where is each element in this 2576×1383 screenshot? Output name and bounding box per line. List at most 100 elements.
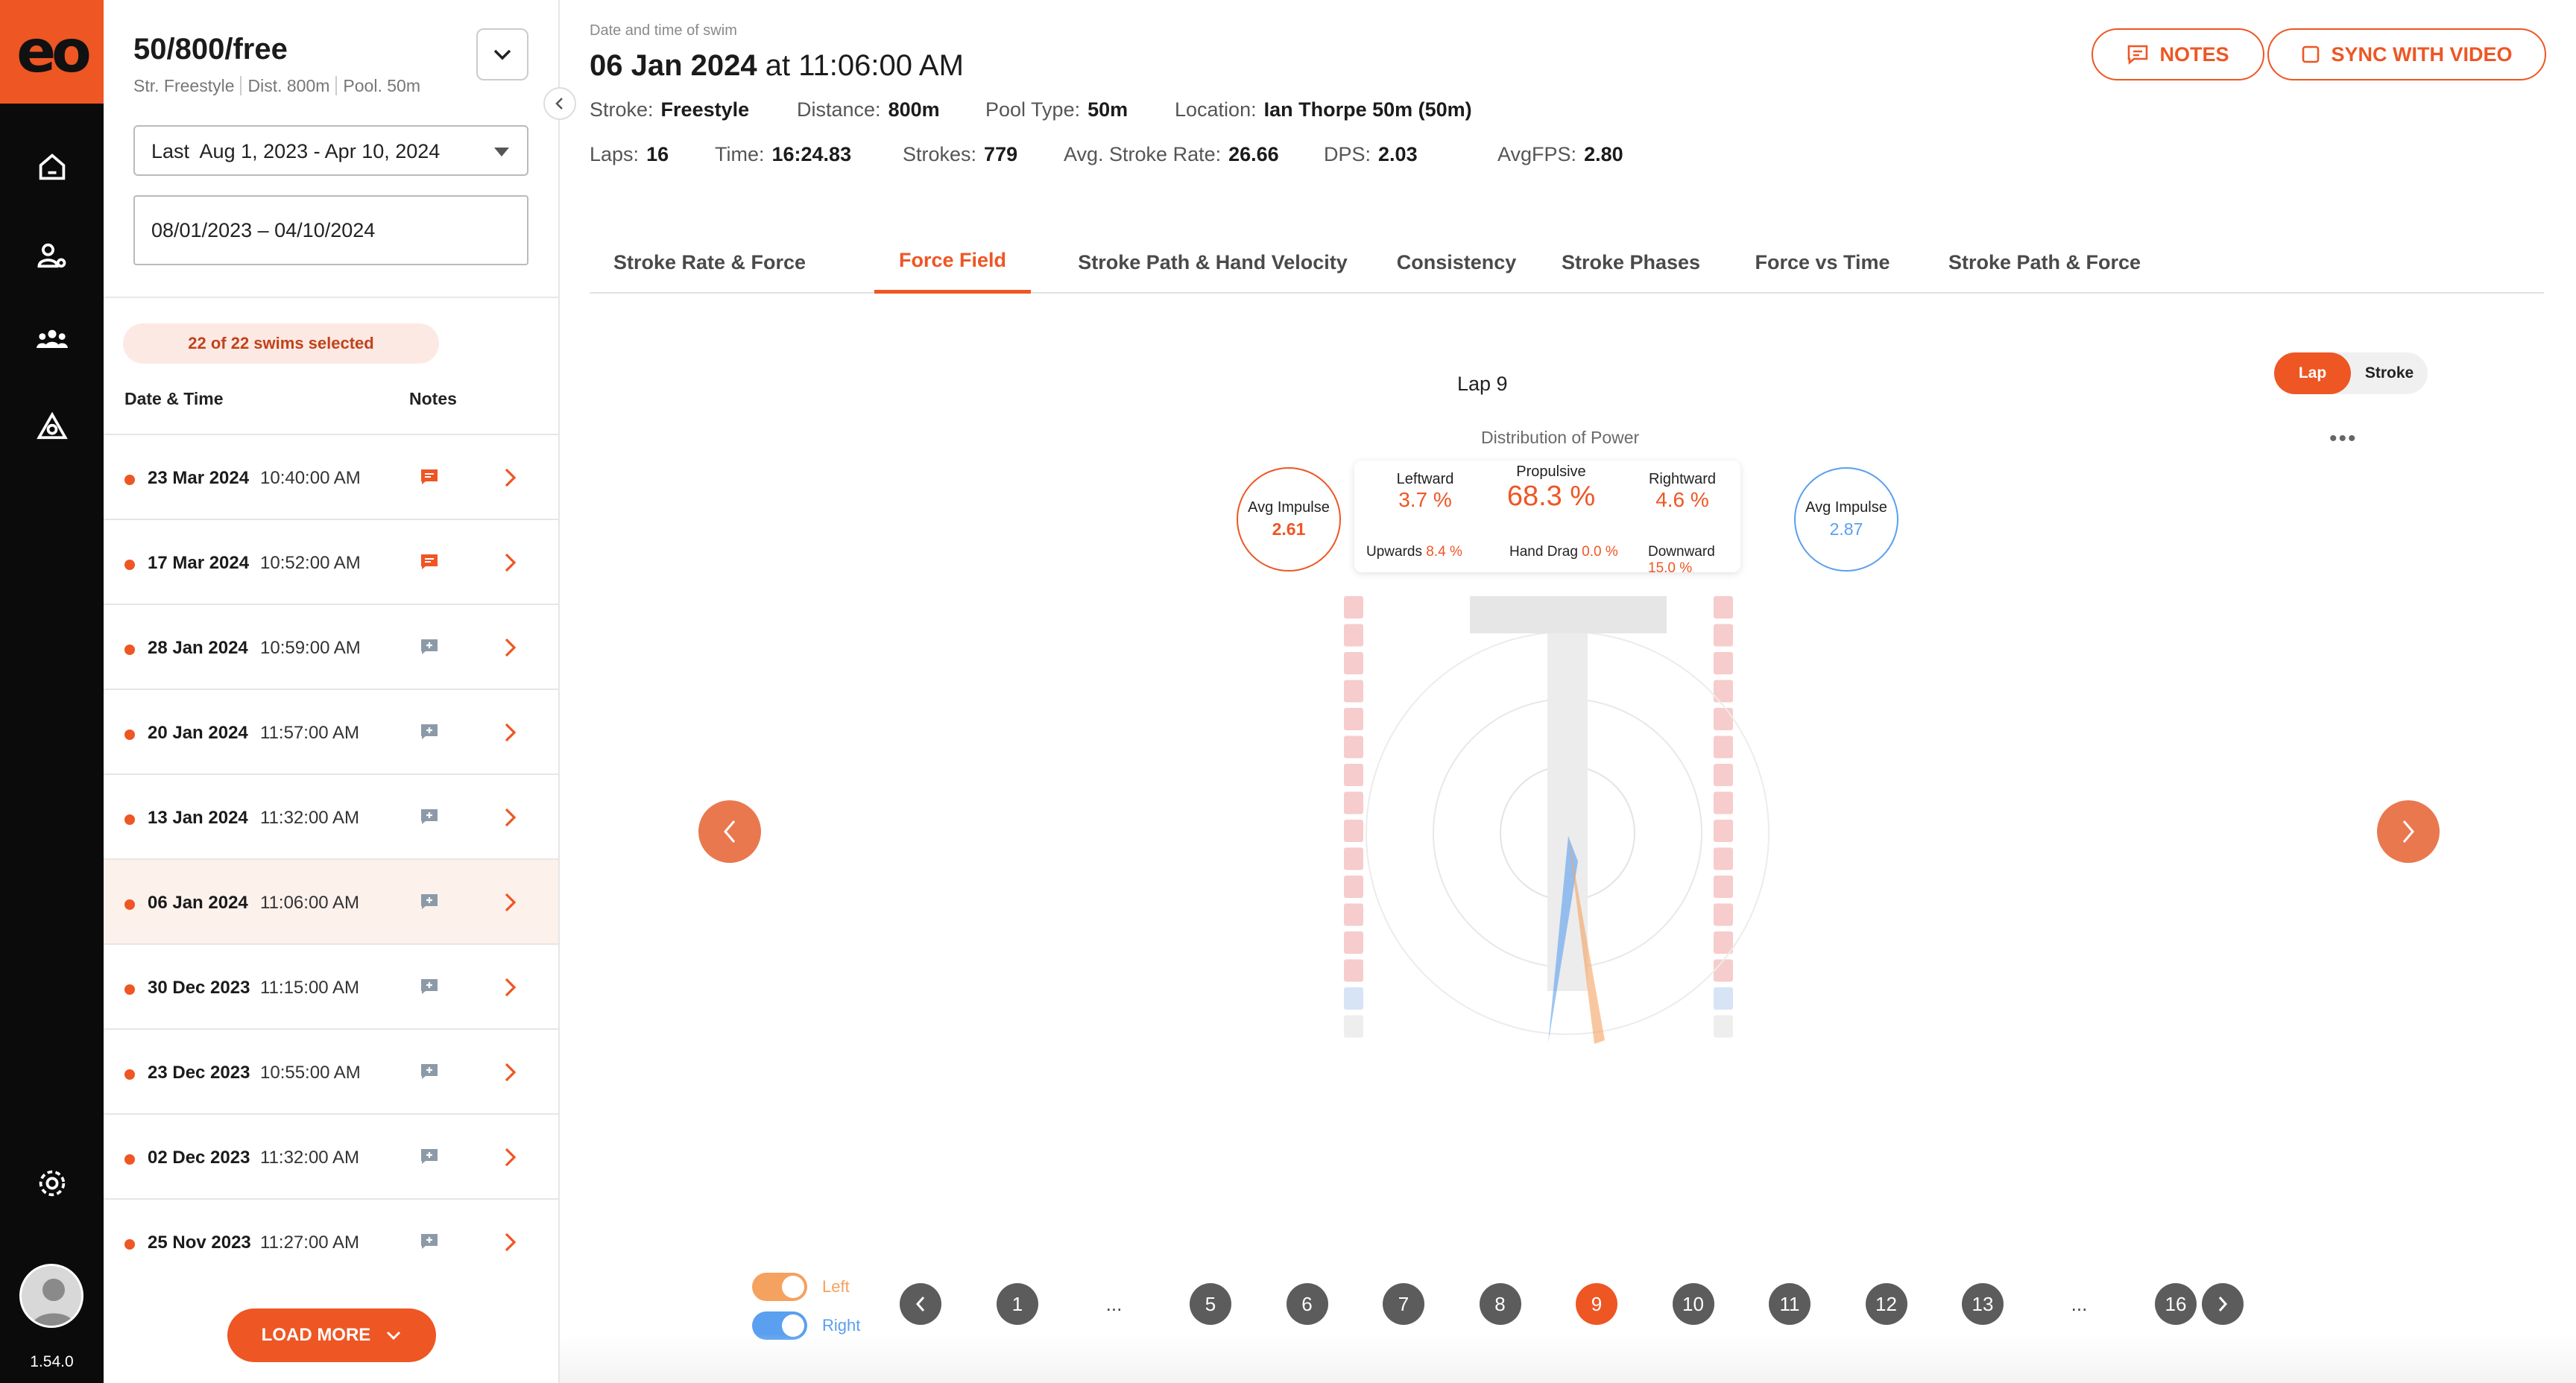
- segment-lap[interactable]: Lap: [2274, 352, 2351, 394]
- tab-stroke-rate-force[interactable]: Stroke Rate & Force: [590, 231, 830, 294]
- meta-item: Location: Ian Thorpe 50m (50m): [1175, 98, 1472, 121]
- meta-value: 16:24.83: [771, 143, 852, 165]
- row-time: 10:59:00 AM: [260, 638, 361, 658]
- upwards-stat: Upwards 8.4 %: [1366, 544, 1462, 560]
- lap-bar: [1714, 847, 1733, 870]
- team-icon[interactable]: [33, 320, 72, 359]
- swim-dropdown-button[interactable]: [476, 28, 528, 80]
- page-button[interactable]: 6: [1286, 1283, 1328, 1325]
- tab-consistency[interactable]: Consistency: [1384, 231, 1529, 294]
- column-notes: Notes: [409, 389, 457, 408]
- page-button[interactable]: 7: [1383, 1283, 1424, 1325]
- swim-list-row[interactable]: 13 Jan 2024 11:32:00 AM: [104, 773, 558, 858]
- sync-video-button[interactable]: SYNC WITH VIDEO: [2267, 28, 2546, 80]
- right-toggle-label: Right: [822, 1316, 861, 1335]
- next-lap-button[interactable]: [2377, 800, 2440, 863]
- segment-stroke[interactable]: Stroke: [2351, 352, 2428, 394]
- meta-label: Location:: [1175, 98, 1257, 121]
- swim-at: at: [765, 49, 791, 82]
- leftward-stat: Leftward 3.7 %: [1384, 471, 1466, 512]
- swim-datetime: 06 Jan 2024 at 11:06:00 AM: [590, 49, 964, 83]
- swim-list-row[interactable]: 17 Mar 2024 10:52:00 AM: [104, 519, 558, 604]
- row-date: 30 Dec 2023: [148, 978, 250, 998]
- tab-force-field[interactable]: Force Field: [874, 231, 1031, 294]
- lap-bar: [1344, 959, 1363, 982]
- page-next-button[interactable]: [2202, 1283, 2244, 1325]
- add-note-icon: [421, 1064, 438, 1079]
- swim-list-row[interactable]: 28 Jan 2024 10:59:00 AM: [104, 604, 558, 689]
- page-button[interactable]: 5: [1190, 1283, 1231, 1325]
- page-button[interactable]: 8: [1479, 1283, 1521, 1325]
- row-date: 13 Jan 2024: [148, 808, 248, 828]
- lap-bar: [1344, 624, 1363, 647]
- app-logo[interactable]: eo: [0, 0, 104, 104]
- row-date: 25 Nov 2023: [148, 1232, 251, 1253]
- selected-swims-badge[interactable]: 22 of 22 swims selected: [123, 323, 439, 364]
- meta-value: 2.80: [1584, 143, 1623, 165]
- page-ellipsis: ...: [1105, 1292, 1123, 1315]
- swim-list-row[interactable]: 20 Jan 2024 11:57:00 AM: [104, 689, 558, 773]
- swim-list-row[interactable]: 25 Nov 2023 11:27:00 AM: [104, 1198, 558, 1283]
- page-button[interactable]: 10: [1672, 1283, 1714, 1325]
- page-button[interactable]: 12: [1865, 1283, 1907, 1325]
- athlete-settings-icon[interactable]: [33, 237, 72, 276]
- meta-value: Freestyle: [660, 98, 750, 121]
- chevron-right-icon: [505, 723, 517, 742]
- avatar[interactable]: [19, 1264, 83, 1328]
- meta-label: Stroke:: [590, 98, 654, 121]
- divider: [104, 297, 558, 298]
- header-caption: Date and time of swim: [590, 22, 737, 39]
- tab-force-vs-time[interactable]: Force vs Time: [1736, 231, 1909, 294]
- date-range-input[interactable]: 08/01/2023 – 04/10/2024: [133, 195, 528, 265]
- status-dot: [124, 560, 135, 570]
- swimmer-icon[interactable]: [33, 408, 72, 447]
- meta-label: Distance:: [797, 98, 881, 121]
- page-button[interactable]: 11: [1769, 1283, 1811, 1325]
- add-note-icon: [421, 1149, 438, 1164]
- row-time: 10:55:00 AM: [260, 1063, 361, 1083]
- lap-bar: [1714, 680, 1733, 703]
- row-time: 10:40:00 AM: [260, 468, 361, 488]
- swim-list-row[interactable]: 02 Dec 2023 11:32:00 AM: [104, 1113, 558, 1198]
- propulsive-label: Propulsive: [1516, 463, 1586, 480]
- page-button[interactable]: 13: [1962, 1283, 2004, 1325]
- status-dot: [124, 984, 135, 995]
- meta-label: AvgFPS:: [1497, 143, 1577, 165]
- page-button[interactable]: 1: [997, 1283, 1038, 1325]
- left-impulse-label: Avg Impulse: [1248, 499, 1330, 516]
- leftward-value: 3.7 %: [1398, 488, 1452, 511]
- page-button[interactable]: 16: [2155, 1283, 2197, 1325]
- sync-video-label: SYNC WITH VIDEO: [2331, 42, 2513, 66]
- page-prev-button[interactable]: [900, 1283, 941, 1325]
- left-hand-toggle[interactable]: [752, 1273, 807, 1301]
- meta-item: Laps: 16: [590, 143, 669, 166]
- swim-list-row[interactable]: 23 Mar 2024 10:40:00 AM: [104, 434, 558, 519]
- meta-label: Pool Type:: [985, 98, 1081, 121]
- date-range-select[interactable]: Last Aug 1, 2023 - Apr 10, 2024: [133, 125, 528, 176]
- lap-bar: [1344, 735, 1363, 759]
- tab-stroke-phases[interactable]: Stroke Phases: [1547, 231, 1715, 294]
- swim-list-panel: 50/800/free Str. Freestyle Dist. 800m Pool…: [104, 0, 560, 1383]
- meta-item: Distance: 800m: [797, 98, 940, 121]
- chevron-right-icon: [505, 638, 517, 657]
- notes-button[interactable]: NOTES: [2092, 28, 2264, 80]
- settings-icon[interactable]: [33, 1164, 72, 1203]
- prev-lap-button[interactable]: [698, 800, 761, 863]
- lap-title: Lap 9: [1457, 373, 1508, 395]
- tab-stroke-path-hand-velocity[interactable]: Stroke Path & Hand Velocity: [1053, 231, 1372, 294]
- more-options-icon[interactable]: •••: [2329, 426, 2358, 452]
- home-icon[interactable]: [33, 148, 72, 186]
- notes-label: NOTES: [2159, 42, 2229, 66]
- tab-stroke-path-force[interactable]: Stroke Path & Force: [1931, 231, 2158, 294]
- upwards-label: Upwards: [1366, 544, 1422, 560]
- swim-list-row[interactable]: 23 Dec 2023 10:55:00 AM: [104, 1028, 558, 1113]
- chevron-right-icon: [505, 808, 517, 827]
- lap-bar: [1344, 791, 1363, 814]
- page-button[interactable]: 9: [1576, 1283, 1617, 1325]
- load-more-button[interactable]: LOAD MORE: [227, 1308, 436, 1362]
- right-bar-column: [1714, 596, 1733, 1038]
- row-date: 02 Dec 2023: [148, 1148, 250, 1168]
- left-hand-toggle-row: Left: [752, 1273, 850, 1301]
- swim-list-row[interactable]: 06 Jan 2024 11:06:00 AM: [104, 858, 558, 943]
- swim-list-row[interactable]: 30 Dec 2023 11:15:00 AM: [104, 943, 558, 1028]
